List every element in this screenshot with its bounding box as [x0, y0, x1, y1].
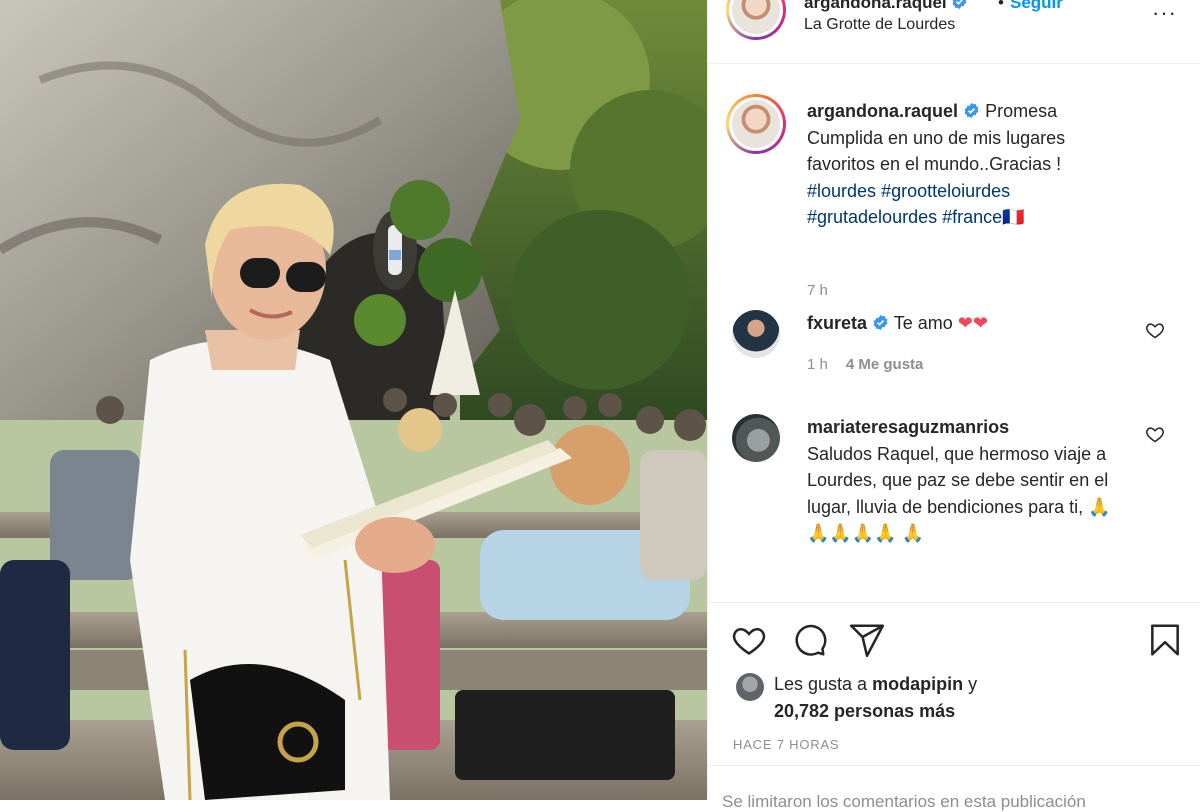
follow-button[interactable]: Seguir [1010, 0, 1063, 13]
caption-username[interactable]: argandona.raquel [807, 101, 958, 121]
comment-username[interactable]: fxureta [807, 313, 867, 333]
post-header: argandona.raquel • Seguir La Grotte de L… [708, 0, 1200, 64]
paper-plane-icon[interactable] [848, 621, 886, 659]
caption-text-block: argandona.raquel Promesa Cumplida en uno… [807, 98, 1137, 231]
likes-count: 20,782 personas más [774, 701, 956, 721]
comment-text: Te amo [893, 313, 953, 333]
caption-avatar[interactable] [726, 94, 786, 154]
comment-text-block: fxureta Te amo ❤❤ [807, 310, 1137, 337]
comment-likes[interactable]: 4 Me gusta [846, 356, 924, 373]
heart-icon[interactable] [1145, 320, 1165, 340]
heart-icon[interactable] [730, 621, 768, 659]
more-dots-icon[interactable]: ··· [1152, 0, 1177, 26]
caption-time: 7 h [807, 282, 828, 299]
post-side-panel: argandona.raquel • Seguir La Grotte de L… [707, 0, 1200, 811]
likes-summary[interactable]: Les gusta a modapipin y 20,782 personas … [774, 671, 977, 725]
hashtag-link[interactable]: #grootteloiurdes [881, 181, 1010, 201]
grotto-photo-illustration [0, 0, 707, 800]
commenter-avatar[interactable] [732, 310, 780, 358]
separator-dot: • [998, 0, 1004, 12]
hashtag-link[interactable]: #grutadelourdes [807, 207, 937, 227]
location-link[interactable]: La Grotte de Lourdes [804, 16, 955, 34]
author-username[interactable]: argandona.raquel [804, 0, 968, 13]
comments-limited-notice: Se limitaron los comentarios en esta pub… [708, 765, 1200, 811]
bookmark-icon[interactable] [1146, 621, 1184, 659]
liker-username: modapipin [872, 674, 964, 694]
verified-badge-icon [952, 0, 967, 10]
heart-icon[interactable] [1145, 424, 1165, 444]
author-avatar[interactable] [726, 0, 786, 40]
comment-text: Saludos Raquel, que hermoso viaje a Lour… [807, 443, 1109, 517]
post-photo[interactable] [0, 0, 707, 800]
hashtag-link[interactable]: #lourdes [807, 181, 876, 201]
commenter-avatar[interactable] [732, 414, 780, 462]
liker-avatar[interactable] [736, 673, 764, 701]
comment-username[interactable]: mariateresaguzmanrios [807, 417, 1009, 437]
verified-badge-icon [873, 314, 888, 331]
comment-meta: 1 h 4 Me gusta [807, 356, 923, 373]
comment-bubble-icon[interactable] [790, 621, 828, 659]
flag-emoji: 🇫🇷 [1002, 207, 1025, 227]
comment-text-block: mariateresaguzmanrios Saludos Raquel, qu… [807, 414, 1127, 547]
hashtag-link[interactable]: #france [942, 207, 1002, 227]
post-timestamp: HACE 7 HORAS [733, 737, 840, 752]
comments-list[interactable]: argandona.raquel Promesa Cumplida en uno… [708, 64, 1200, 602]
hearts-emoji: ❤❤ [957, 313, 988, 333]
verified-badge-icon [964, 102, 979, 119]
comment-time: 1 h [807, 356, 828, 373]
post-actions: Les gusta a modapipin y 20,782 personas … [708, 602, 1200, 811]
